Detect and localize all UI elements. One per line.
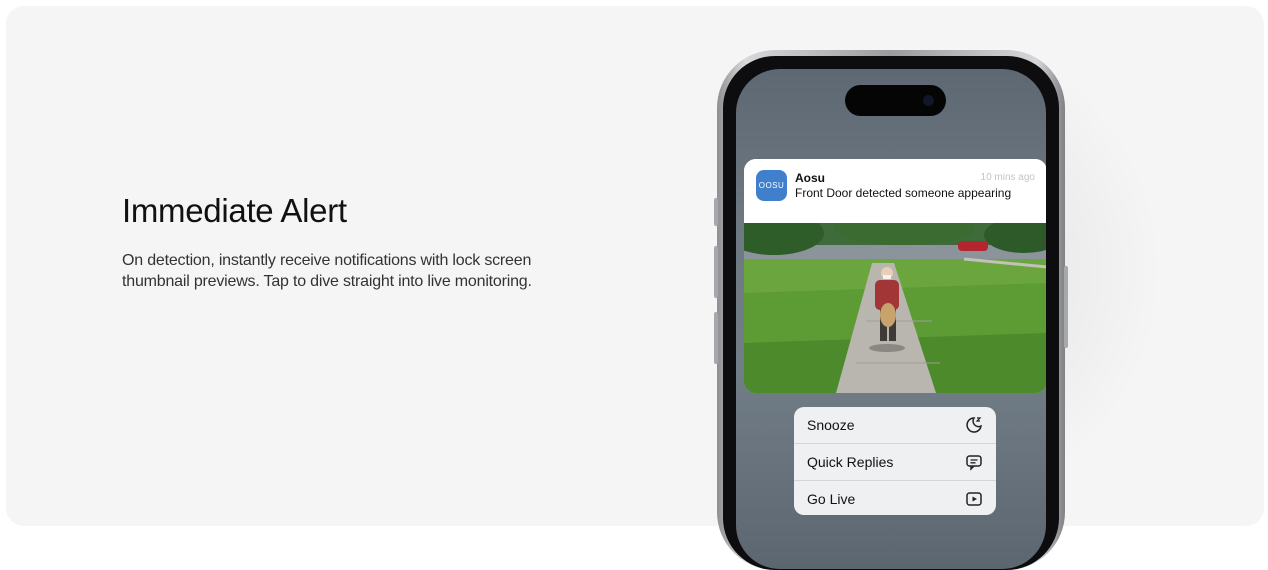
phone-screen: OOSU Aosu 10 mins ago Front Door detecte… bbox=[736, 69, 1046, 569]
dynamic-island bbox=[845, 85, 946, 116]
aosu-app-icon: OOSU bbox=[756, 170, 787, 201]
snooze-moon-icon bbox=[966, 417, 982, 433]
phone-volume-down-button bbox=[714, 312, 718, 364]
feature-title: Immediate Alert bbox=[122, 192, 347, 229]
notification-header: OOSU Aosu 10 mins ago Front Door detecte… bbox=[744, 159, 1046, 223]
phone-mockup: OOSU Aosu 10 mins ago Front Door detecte… bbox=[714, 50, 1068, 570]
quick-replies-label: Quick Replies bbox=[807, 454, 894, 470]
notification-action-menu: Snooze Quick Replies Go Live bbox=[794, 407, 996, 515]
chat-bubble-icon bbox=[966, 455, 982, 471]
notification-app-name: Aosu bbox=[795, 171, 825, 185]
doorbell-scene-graphic bbox=[744, 223, 1046, 393]
doorbell-thumbnail-image[interactable] bbox=[744, 223, 1046, 393]
feature-text: Immediate Alert On detection, instantly … bbox=[122, 192, 542, 292]
phone-volume-up-button bbox=[714, 246, 718, 298]
feature-description: On detection, instantly receive notifica… bbox=[122, 252, 532, 290]
play-video-icon bbox=[966, 492, 982, 506]
phone-power-button bbox=[1064, 266, 1068, 348]
notification-card[interactable]: OOSU Aosu 10 mins ago Front Door detecte… bbox=[744, 159, 1046, 393]
go-live-label: Go Live bbox=[807, 491, 856, 507]
snooze-label: Snooze bbox=[807, 417, 855, 433]
go-live-menu-item[interactable]: Go Live bbox=[794, 481, 996, 515]
front-camera-icon bbox=[923, 95, 934, 106]
phone-side-button bbox=[714, 198, 718, 226]
notification-message: Front Door detected someone appearing bbox=[795, 186, 1012, 200]
phone-bezel: OOSU Aosu 10 mins ago Front Door detecte… bbox=[723, 56, 1059, 570]
notification-time: 10 mins ago bbox=[980, 172, 1035, 183]
feature-card: Immediate Alert On detection, instantly … bbox=[6, 6, 1264, 526]
snooze-menu-item[interactable]: Snooze bbox=[794, 407, 996, 444]
quick-replies-menu-item[interactable]: Quick Replies bbox=[794, 444, 996, 481]
